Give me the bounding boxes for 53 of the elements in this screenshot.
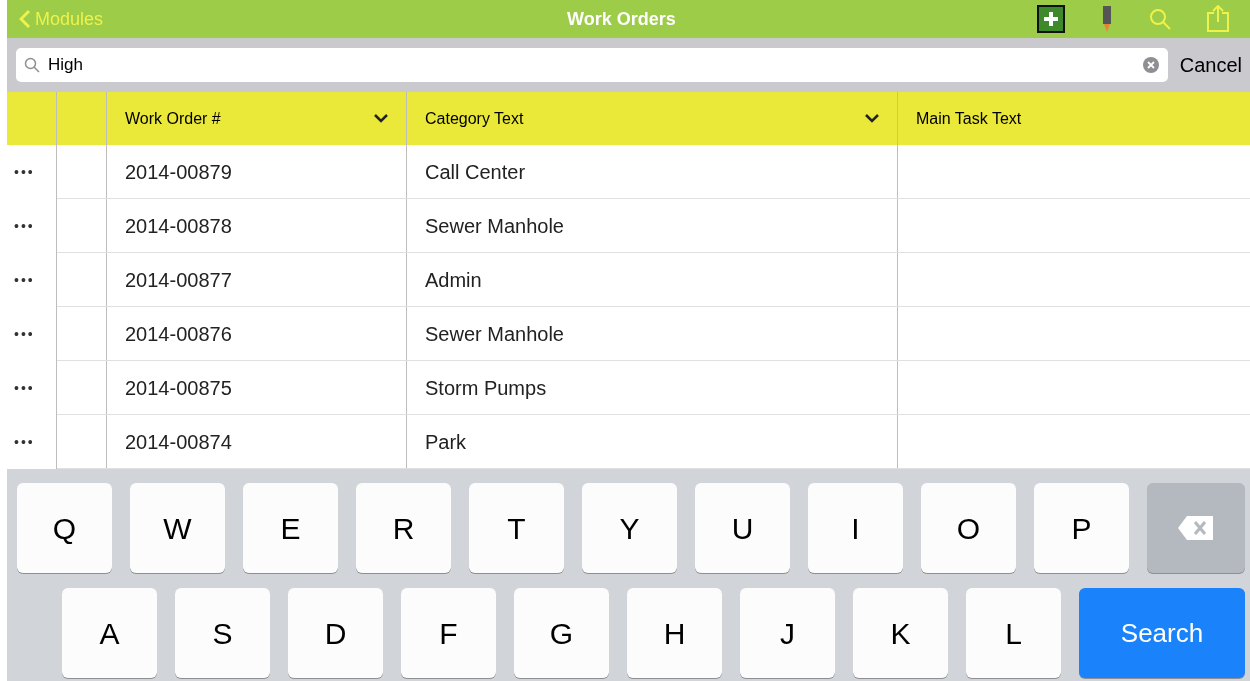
table-cell: Park xyxy=(407,415,898,468)
more-button[interactable]: ••• xyxy=(14,431,35,453)
more-button[interactable]: ••• xyxy=(14,269,35,291)
chevron-left-icon xyxy=(19,9,31,29)
search-icon xyxy=(24,57,40,73)
table-cell: Admin xyxy=(407,253,898,306)
keyboard-key[interactable]: A xyxy=(62,588,157,678)
backspace-icon xyxy=(1177,515,1215,541)
column-header[interactable]: Category Text xyxy=(407,92,898,145)
keyboard-key[interactable]: G xyxy=(514,588,609,678)
cancel-button[interactable]: Cancel xyxy=(1179,50,1242,80)
keyboard-key[interactable]: U xyxy=(695,483,790,573)
keyboard-key[interactable]: H xyxy=(627,588,722,678)
table-cell: 2014-00874 xyxy=(107,415,407,468)
keyboard-key[interactable]: Q xyxy=(17,483,112,573)
table-cell: Call Center xyxy=(407,145,898,198)
chevron-down-icon xyxy=(374,114,388,123)
keyboard-key[interactable]: I xyxy=(808,483,903,573)
keyboard-key[interactable]: L xyxy=(966,588,1061,678)
keyboard-key[interactable]: E xyxy=(243,483,338,573)
search-field[interactable]: High xyxy=(16,48,1168,82)
table-cell: Sewer Manhole xyxy=(407,307,898,360)
keyboard-key[interactable]: O xyxy=(921,483,1016,573)
keyboard-key[interactable]: T xyxy=(469,483,564,573)
marker-icon[interactable] xyxy=(1100,4,1114,34)
keyboard-key[interactable]: F xyxy=(401,588,496,678)
keyboard-key[interactable]: K xyxy=(853,588,948,678)
more-button[interactable]: ••• xyxy=(14,161,35,183)
more-button[interactable]: ••• xyxy=(14,215,35,237)
table-cell: Sewer Manhole xyxy=(407,199,898,252)
table-cell: 2014-00879 xyxy=(107,145,407,198)
keyboard-key[interactable]: D xyxy=(288,588,383,678)
keyboard-key[interactable]: Y xyxy=(582,483,677,573)
table-cell: 2014-00878 xyxy=(107,199,407,252)
table-cell: 2014-00875 xyxy=(107,361,407,414)
keyboard-key[interactable]: S xyxy=(175,588,270,678)
nav-title: Work Orders xyxy=(567,7,676,31)
clear-icon[interactable] xyxy=(1141,56,1160,74)
table-cell: 2014-00876 xyxy=(107,307,407,360)
table-cell: 2014-00877 xyxy=(107,253,407,306)
keyboard-key[interactable]: J xyxy=(740,588,835,678)
column-header[interactable]: Main Task Text xyxy=(898,92,1250,145)
more-button[interactable]: ••• xyxy=(14,323,35,345)
search-key[interactable]: Search xyxy=(1079,588,1245,678)
keyboard-key[interactable]: P xyxy=(1034,483,1129,573)
backspace-key[interactable] xyxy=(1147,483,1245,573)
add-icon[interactable] xyxy=(1036,4,1066,34)
more-button[interactable]: ••• xyxy=(14,377,35,399)
keyboard-key[interactable]: W xyxy=(130,483,225,573)
keyboard-key[interactable]: R xyxy=(356,483,451,573)
chevron-down-icon xyxy=(865,114,879,123)
table-cell: Storm Pumps xyxy=(407,361,898,414)
column-header[interactable]: Work Order # xyxy=(107,92,407,145)
